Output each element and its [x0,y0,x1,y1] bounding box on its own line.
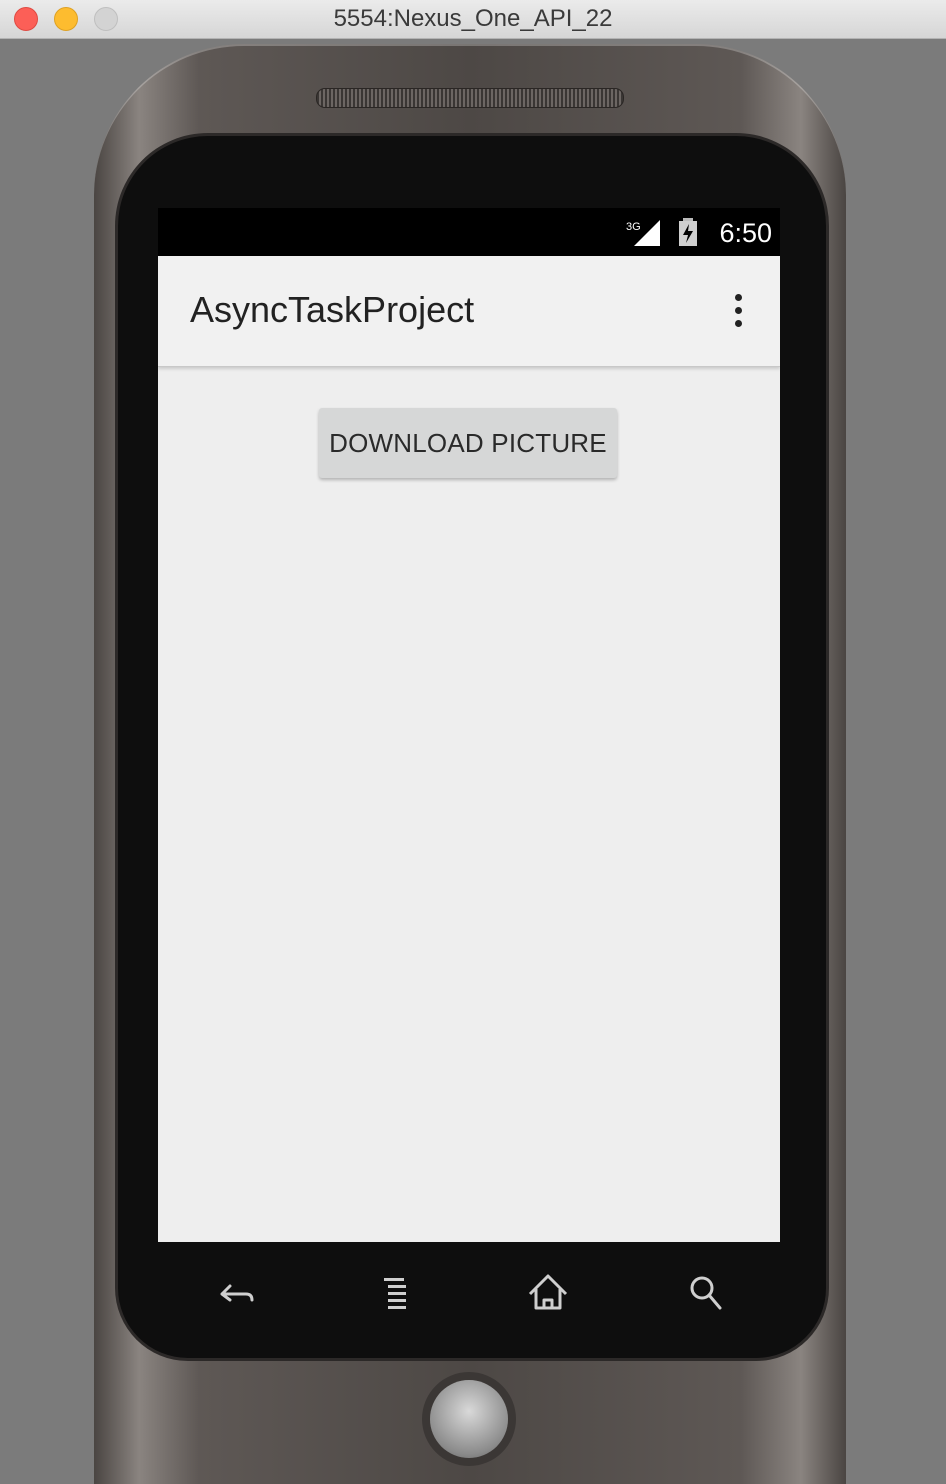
hardware-nav-keys [158,1256,780,1326]
app-title: AsyncTaskProject [190,289,475,330]
window-title: 5554:Nexus_One_API_22 [333,5,613,32]
home-icon[interactable] [520,1264,576,1320]
status-time: 6:50 [719,218,772,248]
download-picture-button[interactable]: DOWNLOAD PICTURE [319,408,617,478]
signal-3g-icon: 3G [626,220,660,246]
back-arrow-icon[interactable] [208,1264,264,1320]
window-titlebar: 5554:Nexus_One_API_22 [0,0,946,39]
trackball-button[interactable] [430,1380,508,1458]
network-type-label: 3G [626,221,641,233]
overflow-menu-icon[interactable] [728,294,748,330]
phone-speaker-grille [316,88,624,108]
search-icon[interactable] [678,1264,734,1320]
status-bar: 3G 6:50 [158,208,780,256]
device-screen: 3G 6:50 AsyncTaskProject DOWNLOAD PICTUR… [158,208,780,1242]
battery-charging-icon [679,218,697,246]
action-bar: AsyncTaskProject [158,256,780,367]
menu-lines-icon[interactable] [368,1264,424,1320]
